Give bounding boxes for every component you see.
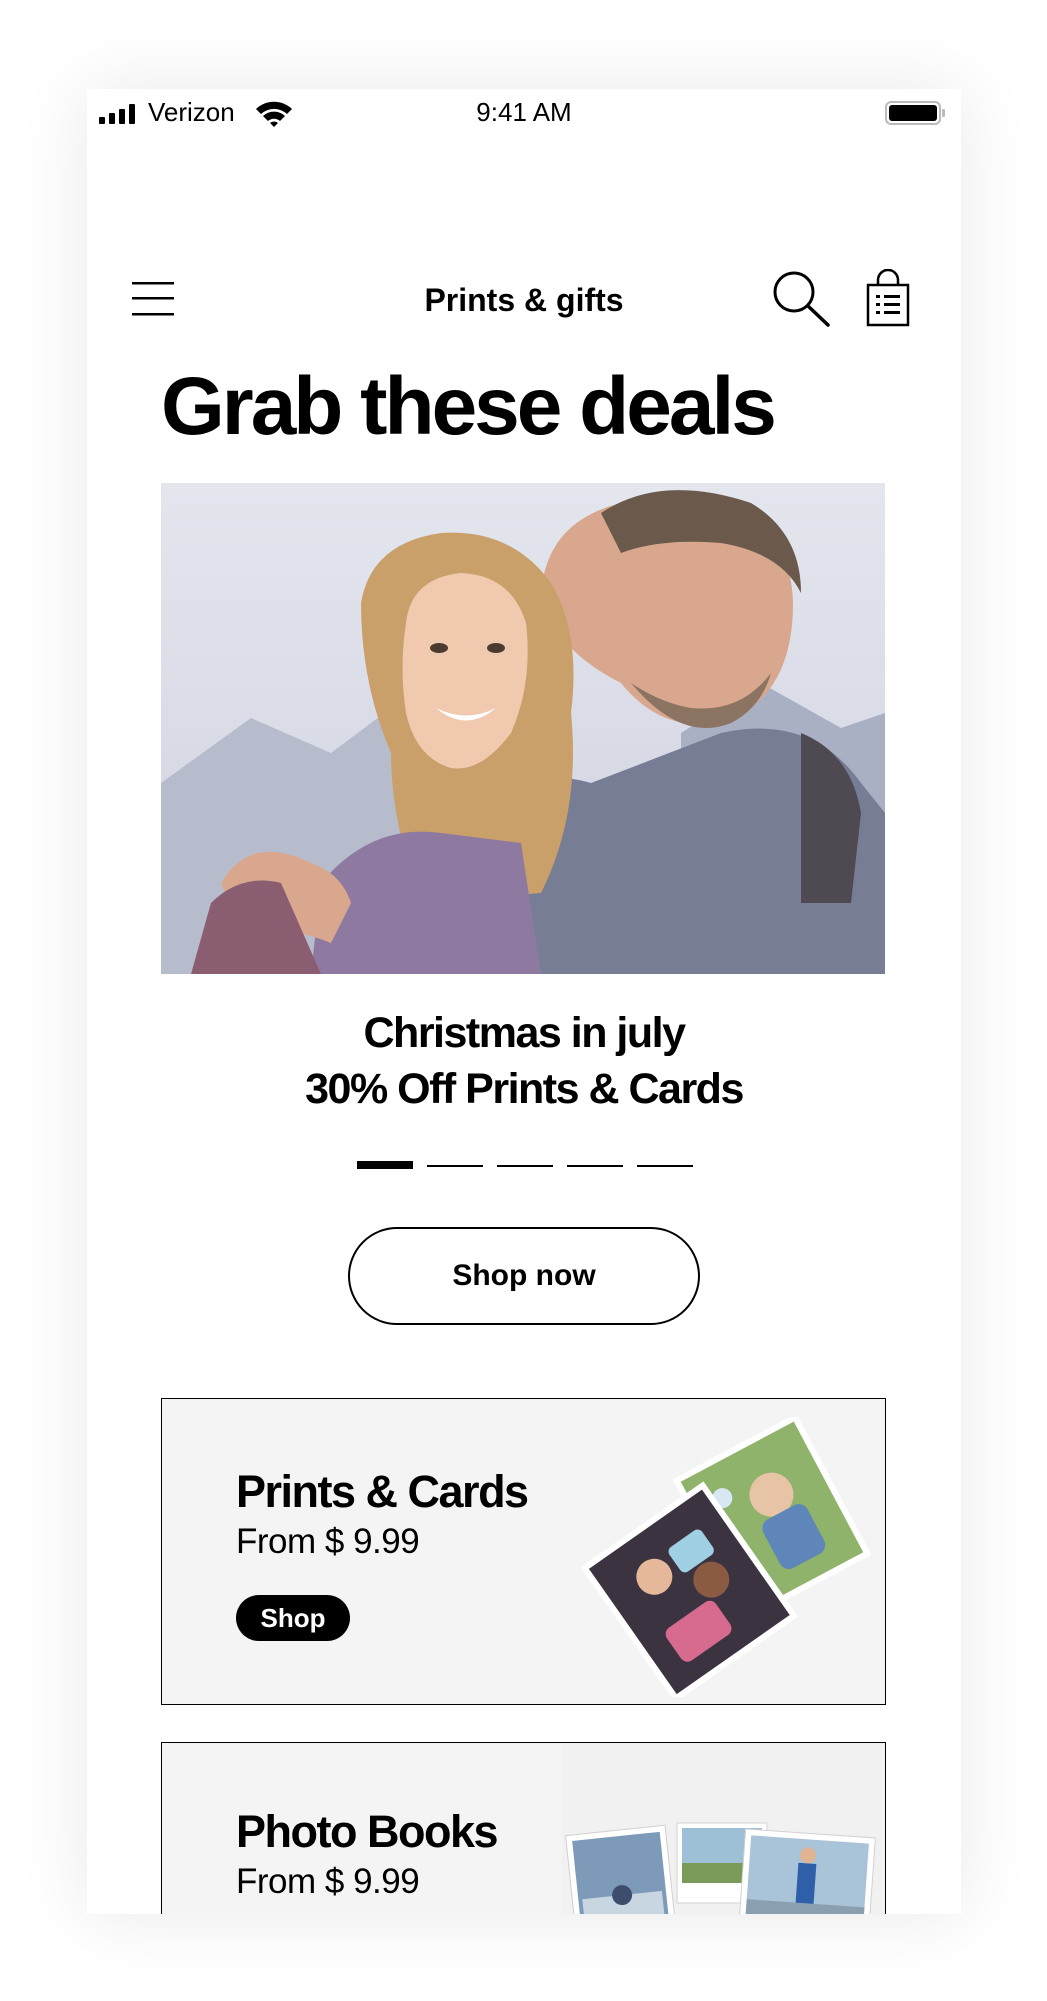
section-headline: Grab these deals [161,361,777,452]
prints-collage-image [580,1417,872,1697]
carousel-indicator-5[interactable] [637,1165,693,1167]
search-icon[interactable] [771,269,831,327]
status-bar: Verizon 9:41 AM [87,89,961,137]
carousel-indicator-1[interactable] [357,1161,413,1169]
battery-icon [885,101,945,125]
couple-photo [161,483,885,974]
product-card-price: From $ 9.99 [236,1522,420,1561]
carousel-indicators [357,1160,697,1172]
shopping-bag-icon[interactable] [864,269,912,327]
phone-screen: Verizon 9:41 AM Prints & gifts Grab thes… [87,89,961,1914]
product-card-price: From $ 9.99 [236,1862,420,1901]
status-time: 9:41 AM [476,97,572,127]
carousel-indicator-3[interactable] [497,1165,553,1167]
product-card-title: Photo Books [236,1806,499,1857]
shop-button[interactable]: Shop [236,1595,350,1641]
promo-line-2: 30% Off Prints & Cards [305,1065,744,1113]
top-nav-bar: Prints & gifts [87,259,961,339]
photo-books-image [562,1743,885,1914]
product-card-photo-books[interactable]: Photo Books From $ 9.99 [161,1742,886,1914]
shop-now-button[interactable]: Shop now [348,1227,700,1325]
promo-line-1: Christmas in july [363,1009,686,1057]
product-card-title: Prints & Cards [236,1466,529,1517]
promo-text: Christmas in july 30% Off Prints & Cards [87,1005,961,1117]
product-card-prints-cards[interactable]: Prints & Cards From $ 9.99 Shop [161,1398,886,1705]
carousel-indicator-4[interactable] [567,1165,623,1167]
carousel-indicator-2[interactable] [427,1165,483,1167]
hero-carousel-image[interactable] [161,483,885,974]
